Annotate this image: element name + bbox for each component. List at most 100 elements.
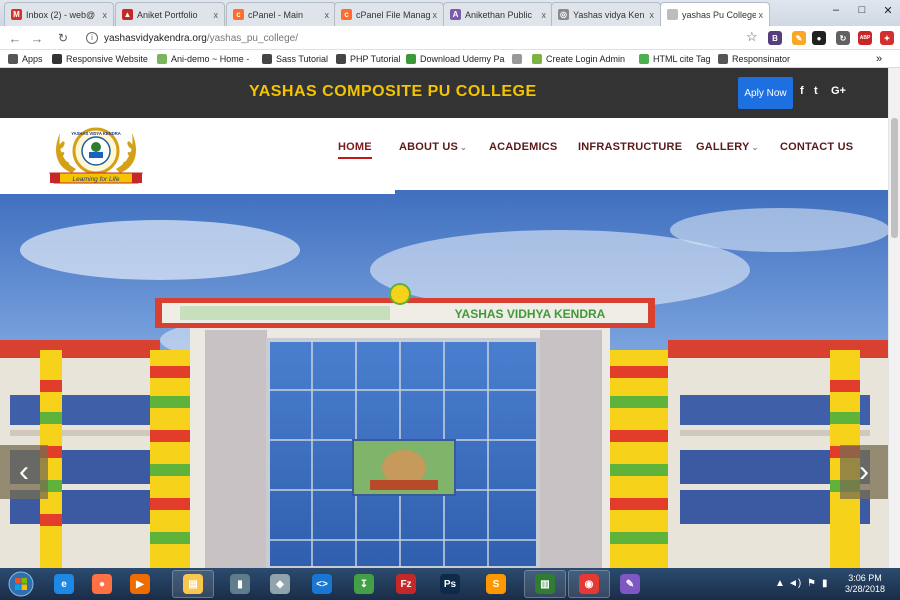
bookmark-item[interactable]: Create Login Admin xyxy=(532,52,625,66)
volume-icon[interactable]: ◄) xyxy=(788,578,801,589)
nav-home[interactable]: HOME xyxy=(338,141,372,159)
taskbar-app-vscode[interactable]: <> xyxy=(304,570,340,598)
close-tab-icon[interactable]: x xyxy=(325,10,330,20)
close-window-button[interactable]: ✕ xyxy=(875,0,900,20)
college-logo[interactable]: YASHAS VIDYA KENDRA Learning for Life xyxy=(42,123,150,189)
nav-infrastructure[interactable]: INFRASTRUCTURE xyxy=(578,141,682,153)
taskbar-app-filezilla[interactable]: Fz xyxy=(388,570,424,598)
browser-tab-strip: M Inbox (2) - web@ x ▲ Aniket Portfolio x c cPa… xyxy=(0,0,900,26)
system-clock[interactable]: 3:06 PM 3/28/2018 xyxy=(835,573,895,595)
start-button[interactable] xyxy=(4,570,38,598)
taskbar-app-explorer[interactable]: ▤ xyxy=(172,570,214,598)
clock-time: 3:06 PM xyxy=(848,573,882,583)
logo-ring-text: YASHAS VIDYA KENDRA xyxy=(71,131,121,136)
browser-tab-title: Inbox (2) - web@ xyxy=(26,9,96,20)
taskbar-app-media[interactable]: ▶ xyxy=(122,570,158,598)
page-scrollbar[interactable] xyxy=(888,68,900,568)
forward-icon[interactable]: → xyxy=(28,29,46,47)
bookmark-item[interactable]: Sass Tutorial xyxy=(262,52,328,66)
browser-tab[interactable]: c cPanel File Manag x xyxy=(334,2,444,26)
taskbar-app-ie[interactable]: e xyxy=(46,570,82,598)
close-tab-icon[interactable]: x xyxy=(650,10,655,20)
minimize-button[interactable]: – xyxy=(823,0,849,20)
bookmark-item[interactable]: Responsinator xyxy=(718,52,790,66)
bookmark-item[interactable]: Apps xyxy=(8,52,43,66)
car-icon xyxy=(52,54,62,64)
bookmark-item[interactable]: Ani-demo ~ Home - xyxy=(157,52,249,66)
taskbar-app-device[interactable]: ▮ xyxy=(222,570,258,598)
refresh-ext-icon[interactable]: ↻ xyxy=(836,31,850,45)
internet-explorer-icon: e xyxy=(54,574,74,594)
nav-about-us[interactable]: ABOUT US ⌄ xyxy=(399,141,467,153)
twitter-icon[interactable]: t xyxy=(814,85,818,97)
bookmark-item[interactable]: Responsive Website xyxy=(52,52,148,66)
nav-contact-us[interactable]: CONTACT US xyxy=(780,141,853,153)
taskbar-app-firefox[interactable]: ● xyxy=(84,570,120,598)
browser-tab[interactable]: ◎ Yashas vidya Ken x xyxy=(551,2,661,26)
yii-icon xyxy=(532,54,542,64)
page-icon xyxy=(667,9,678,20)
nav-about-us-label: ABOUT US xyxy=(399,141,459,153)
taskbar-app-excel[interactable]: ▥ xyxy=(524,570,566,598)
google-plus-icon[interactable]: G+ xyxy=(831,85,846,97)
nav-academics[interactable]: ACADEMICS xyxy=(489,141,557,153)
nav-infrastructure-label: INFRASTRUCTURE xyxy=(578,141,683,153)
taskbar-app-chrome[interactable]: ◉ xyxy=(568,570,610,598)
browser-tab[interactable]: yashas Pu College x xyxy=(660,2,770,26)
show-hidden-icons-icon[interactable]: ▲ xyxy=(775,578,785,589)
taskbar-app-photoshop[interactable]: Ps xyxy=(432,570,468,598)
browser-tab[interactable]: A Anikethan Public x xyxy=(443,2,553,26)
hero-building-image: YASHAS VIDHYA KENDRA xyxy=(0,190,888,568)
dark-ext-icon[interactable]: ● xyxy=(812,31,826,45)
paint-icon: ✎ xyxy=(620,574,640,594)
taskbar-app-filezilla-alt[interactable]: ↧ xyxy=(346,570,382,598)
browser-tab[interactable]: M Inbox (2) - web@ x xyxy=(4,2,114,26)
action-center-icon[interactable]: ⚑ xyxy=(807,578,816,589)
file-explorer-icon: ▤ xyxy=(183,574,203,594)
nav-gallery[interactable]: GALLERY ⌄ xyxy=(696,141,758,153)
facebook-icon[interactable]: f xyxy=(800,85,804,97)
scrollbar-thumb[interactable] xyxy=(891,118,898,238)
site-top-bar: YASHAS COMPOSITE PU COLLEGE Aply Now f t… xyxy=(0,68,888,118)
browser-tab[interactable]: ▲ Aniket Portfolio x xyxy=(115,2,225,26)
device-icon: ▮ xyxy=(230,574,250,594)
network-icon[interactable]: ▮ xyxy=(822,578,828,589)
website-viewport: YASHAS COMPOSITE PU COLLEGE Aply Now f t… xyxy=(0,68,888,568)
bookmark-item[interactable] xyxy=(512,52,526,66)
close-tab-icon[interactable]: x xyxy=(103,10,108,20)
bookmark-item[interactable]: HTML cite Tag xyxy=(639,52,711,66)
info-icon[interactable]: i xyxy=(86,32,98,44)
close-tab-icon[interactable]: x xyxy=(542,10,547,20)
close-tab-icon[interactable]: x xyxy=(759,10,764,20)
firefox-icon: ● xyxy=(92,574,112,594)
colorpick-icon[interactable]: ✎ xyxy=(792,31,806,45)
maximize-button[interactable]: □ xyxy=(849,0,875,20)
portfolio-icon: ▲ xyxy=(122,9,133,20)
cpanel-icon: c xyxy=(341,9,352,20)
bookmarks-overflow-button[interactable]: » xyxy=(876,52,882,66)
taskbar-app-paint[interactable]: ✎ xyxy=(612,570,648,598)
bookmark-star-icon[interactable]: ☆ xyxy=(746,29,758,45)
apply-now-button[interactable]: Aply Now xyxy=(738,77,793,109)
ext-red-icon[interactable]: ✦ xyxy=(880,31,894,45)
bookmark-item[interactable]: PHP Tutorial xyxy=(336,52,400,66)
nav-gallery-label: GALLERY xyxy=(696,141,750,153)
box-icon: ◆ xyxy=(270,574,290,594)
taskbar-app-sublime[interactable]: S xyxy=(478,570,514,598)
taskbar-app-virtualbox[interactable]: ◆ xyxy=(262,570,298,598)
chevron-down-icon: ⌄ xyxy=(751,143,759,152)
close-tab-icon[interactable]: x xyxy=(433,10,438,20)
reload-icon[interactable]: ↻ xyxy=(54,29,72,47)
back-icon[interactable]: ← xyxy=(6,29,24,47)
slider-next-button[interactable]: › xyxy=(840,445,888,499)
slider-prev-button[interactable]: ‹ xyxy=(0,445,48,499)
adblock-icon[interactable]: ABP xyxy=(858,31,872,45)
bootstrap-icon[interactable]: B xyxy=(768,31,782,45)
close-tab-icon[interactable]: x xyxy=(214,10,219,20)
main-navigation: YASHAS VIDYA KENDRA Learning for Life HO… xyxy=(0,118,888,190)
url-field[interactable]: i yashasvidyakendra.org /yashas_pu_colle… xyxy=(86,29,766,47)
bookmark-item[interactable]: Download Udemy Pa xyxy=(406,52,505,66)
bookmark-label: HTML cite Tag xyxy=(653,54,711,64)
diamond-icon xyxy=(262,54,272,64)
browser-tab[interactable]: c cPanel - Main x xyxy=(226,2,336,26)
